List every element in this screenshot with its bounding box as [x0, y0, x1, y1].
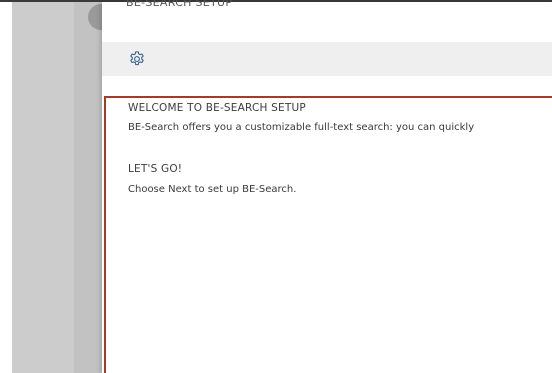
lets-go-heading: LET'S GO! — [128, 163, 183, 175]
screen: BE-SEARCH SETUP WELCOME TO BE-SEARCH SET… — [0, 0, 552, 373]
lets-go-description: Choose Next to set up BE-Search. — [128, 184, 297, 195]
welcome-heading: WELCOME TO BE-SEARCH SETUP — [128, 102, 306, 114]
setup-dialog: BE-SEARCH SETUP WELCOME TO BE-SEARCH SET… — [102, 0, 552, 373]
gear-icon[interactable] — [128, 50, 146, 68]
background-page — [12, 2, 74, 373]
dialog-title: BE-SEARCH SETUP — [126, 0, 233, 9]
background-edge — [0, 2, 12, 373]
welcome-description: BE-Search offers you a customizable full… — [128, 122, 475, 133]
wizard-step-content: WELCOME TO BE-SEARCH SETUP BE-Search off… — [104, 96, 552, 373]
dialog-toolbar — [102, 42, 552, 76]
background-page-shade — [74, 2, 102, 373]
